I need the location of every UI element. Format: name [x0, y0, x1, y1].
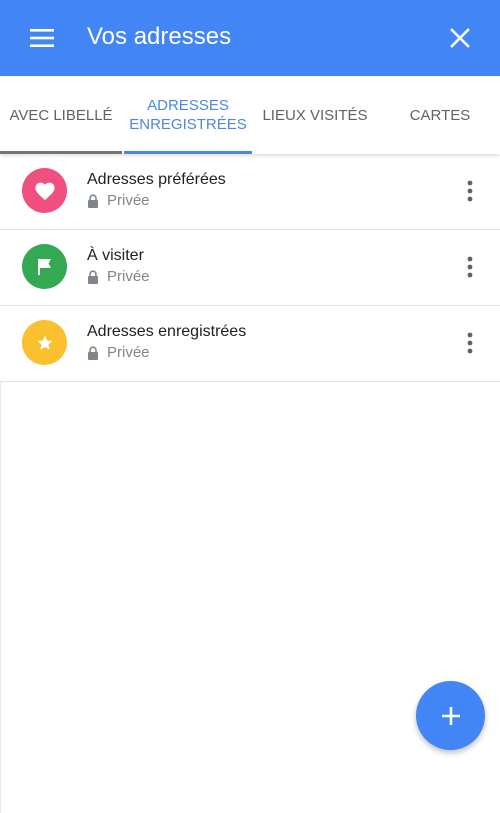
add-list-button[interactable]: [416, 681, 485, 750]
lock-icon: [87, 345, 101, 361]
more-options-button[interactable]: [455, 174, 485, 208]
tab-label: CARTES: [409, 106, 471, 124]
list-avatar: [22, 168, 67, 213]
more-vert-icon: [467, 332, 473, 354]
menu-button[interactable]: [22, 22, 62, 54]
list-item[interactable]: Adresses enregistrées Privée: [0, 306, 500, 382]
more-options-button[interactable]: [455, 250, 485, 284]
heart-icon: [34, 182, 55, 200]
app-root: Vos adresses AVEC LIBELLÉ ADRESSES ENREG…: [0, 0, 500, 813]
tab-bar: AVEC LIBELLÉ ADRESSES ENREGISTRÉES LIEUX…: [0, 76, 500, 154]
close-button[interactable]: [440, 18, 480, 58]
lock-icon: [87, 193, 101, 209]
list-title: Adresses préférées: [87, 171, 226, 188]
flag-icon: [37, 258, 51, 275]
privacy-label: Privée: [107, 268, 150, 285]
list-title: Adresses enregistrées: [87, 323, 247, 340]
hamburger-menu-icon: [30, 29, 54, 47]
list-item[interactable]: À visiter Privée: [0, 230, 500, 306]
tab-label: LIEUX VISITÉS: [262, 106, 368, 124]
more-vert-icon: [467, 256, 473, 278]
privacy-status: Privée: [87, 344, 150, 361]
list-item[interactable]: Adresses préférées Privée: [0, 154, 500, 230]
tab-adresses-enregistrees[interactable]: ADRESSES ENREGISTRÉES: [124, 76, 252, 154]
plus-icon: [441, 706, 460, 725]
privacy-label: Privée: [107, 344, 150, 361]
list-title: À visiter: [87, 247, 144, 264]
saved-lists: Adresses préférées Privée À visiter Priv…: [0, 154, 500, 382]
privacy-status: Privée: [87, 268, 150, 285]
tab-label: ADRESSES ENREGISTRÉES: [129, 97, 247, 133]
more-vert-icon: [467, 180, 473, 202]
tab-lieux-visites[interactable]: LIEUX VISITÉS: [252, 76, 378, 154]
privacy-label: Privée: [107, 192, 150, 209]
tab-cartes[interactable]: CARTES: [380, 76, 500, 154]
list-avatar: [22, 244, 67, 289]
close-icon: [450, 28, 470, 48]
tab-label: AVEC LIBELLÉ: [9, 106, 113, 124]
list-avatar: [22, 320, 67, 365]
lock-icon: [87, 269, 101, 285]
divider: [0, 381, 1, 813]
app-bar: Vos adresses: [0, 0, 500, 76]
page-title: Vos adresses: [87, 23, 232, 50]
privacy-status: Privée: [87, 192, 150, 209]
tab-avec-libelle[interactable]: AVEC LIBELLÉ: [0, 76, 122, 154]
more-options-button[interactable]: [455, 326, 485, 360]
star-icon: [37, 335, 52, 350]
